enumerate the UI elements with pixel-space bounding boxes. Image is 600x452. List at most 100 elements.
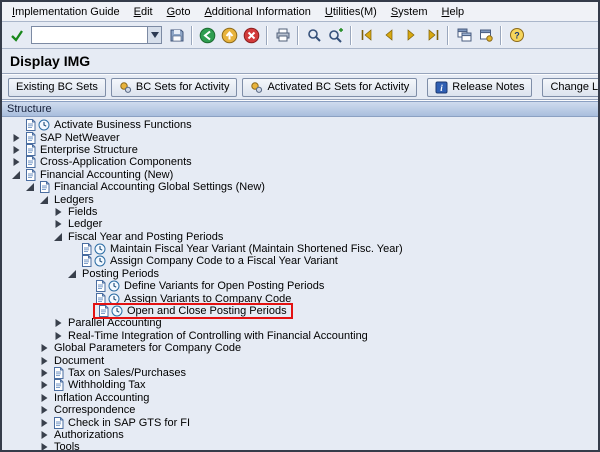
tree-item-real-time-integration-of-controlling-with-financial-accounting[interactable]: Real-Time Integration of Controlling wit… — [5, 330, 596, 342]
expand-arrow-icon[interactable] — [37, 368, 51, 378]
cancel-icon[interactable] — [241, 25, 262, 46]
first-page-icon[interactable] — [356, 25, 377, 46]
command-field[interactable] — [31, 26, 147, 44]
tree-item-label: Fiscal Year and Posting Periods — [65, 231, 223, 243]
tree-item-define-variants-for-open-posting-periods[interactable]: Define Variants for Open Posting Periods — [5, 280, 596, 292]
activity-icon[interactable] — [110, 305, 124, 317]
create-session-icon[interactable] — [453, 25, 474, 46]
find-next-icon[interactable] — [325, 25, 346, 46]
print-icon[interactable] — [272, 25, 293, 46]
expand-arrow-icon[interactable] — [37, 430, 51, 440]
collapse-arrow-icon[interactable] — [23, 182, 37, 192]
expand-arrow-icon[interactable] — [9, 133, 23, 143]
tree-item-document[interactable]: Document — [5, 354, 596, 366]
tree-item-withholding-tax[interactable]: Withholding Tax — [5, 379, 596, 391]
doc-icon[interactable] — [37, 181, 51, 193]
expand-arrow-icon[interactable] — [37, 393, 51, 403]
doc-icon[interactable] — [79, 255, 93, 267]
tree-item-maintain-fiscal-year-variant-maintain-shortened-fisc-year[interactable]: Maintain Fiscal Year Variant (Maintain S… — [5, 243, 596, 255]
menu-goto[interactable]: Goto — [160, 4, 198, 20]
expand-arrow-icon[interactable] — [37, 343, 51, 353]
expand-arrow-icon[interactable] — [51, 318, 65, 328]
tree-item-check-in-sap-gts-for-fi[interactable]: Check in SAP GTS for FI — [5, 416, 596, 428]
menu-implementation-guide[interactable]: Implementation Guide — [5, 4, 127, 20]
activity-icon[interactable] — [37, 119, 51, 131]
tree-item-label: Global Parameters for Company Code — [51, 342, 241, 354]
tree-item-cross-application-components[interactable]: Cross-Application Components — [5, 156, 596, 168]
tree-item-ledger[interactable]: Ledger — [5, 218, 596, 230]
collapse-arrow-icon[interactable] — [9, 170, 23, 180]
save-icon[interactable] — [166, 25, 187, 46]
back-icon[interactable] — [197, 25, 218, 46]
expand-arrow-icon[interactable] — [9, 157, 23, 167]
tree-item-fields[interactable]: Fields — [5, 206, 596, 218]
menu-edit[interactable]: Edit — [127, 4, 160, 20]
menu-utilities-m[interactable]: Utilities(M) — [318, 4, 384, 20]
activity-icon[interactable] — [93, 255, 107, 267]
tree-item-posting-periods[interactable]: Posting Periods — [5, 268, 596, 280]
doc-icon[interactable] — [23, 169, 37, 181]
tree-item-tax-on-sales-purchases[interactable]: Tax on Sales/Purchases — [5, 367, 596, 379]
dropdown-arrow-icon[interactable] — [147, 26, 162, 44]
expand-arrow-icon[interactable] — [37, 356, 51, 366]
tree-item-financial-accounting-global-settings-new[interactable]: Financial Accounting Global Settings (Ne… — [5, 181, 596, 193]
doc-icon[interactable] — [51, 379, 65, 391]
previous-page-icon[interactable] — [378, 25, 399, 46]
collapse-arrow-icon[interactable] — [51, 232, 65, 242]
existing-bc-sets-button[interactable]: Existing BC Sets — [8, 78, 106, 97]
doc-icon[interactable] — [51, 417, 65, 429]
tree-item-financial-accounting-new[interactable]: Financial Accounting (New) — [5, 169, 596, 181]
help-icon[interactable]: ? — [506, 25, 527, 46]
tree-item-ledgers[interactable]: Ledgers — [5, 193, 596, 205]
tree-item-global-parameters-for-company-code[interactable]: Global Parameters for Company Code — [5, 342, 596, 354]
activated-bc-sets-for-activity-button[interactable]: Activated BC Sets for Activity — [242, 78, 417, 97]
expand-arrow-icon[interactable] — [37, 405, 51, 415]
menu-system[interactable]: System — [384, 4, 435, 20]
collapse-arrow-icon[interactable] — [65, 269, 79, 279]
expand-arrow-icon[interactable] — [37, 442, 51, 450]
tree-item-label: Define Variants for Open Posting Periods — [121, 280, 324, 292]
menu-help[interactable]: Help — [435, 4, 472, 20]
tree-item-parallel-accounting[interactable]: Parallel Accounting — [5, 317, 596, 329]
activity-icon[interactable] — [93, 243, 107, 255]
exit-icon[interactable] — [219, 25, 240, 46]
tree-item-label: Open and Close Posting Periods — [124, 305, 287, 317]
expand-arrow-icon[interactable] — [51, 219, 65, 229]
doc-icon[interactable] — [51, 367, 65, 379]
expand-arrow-icon[interactable] — [37, 380, 51, 390]
expand-arrow-icon[interactable] — [9, 145, 23, 155]
expand-arrow-icon[interactable] — [51, 331, 65, 341]
tree-item-activate-business-functions[interactable]: Activate Business Functions — [5, 119, 596, 131]
doc-icon[interactable] — [23, 156, 37, 168]
info-icon: i — [435, 81, 448, 94]
tree-item-tools[interactable]: Tools — [5, 441, 596, 450]
release-notes-button[interactable]: iRelease Notes — [427, 78, 532, 97]
last-page-icon[interactable] — [422, 25, 443, 46]
doc-icon[interactable] — [23, 144, 37, 156]
enter-icon[interactable] — [6, 25, 27, 46]
doc-icon[interactable] — [23, 132, 37, 144]
next-page-icon[interactable] — [400, 25, 421, 46]
menu-additional-information[interactable]: Additional Information — [197, 4, 317, 20]
tree-item-fiscal-year-and-posting-periods[interactable]: Fiscal Year and Posting Periods — [5, 231, 596, 243]
doc-icon[interactable] — [79, 243, 93, 255]
tree-item-authorizations[interactable]: Authorizations — [5, 429, 596, 441]
bc-sets-for-activity-button[interactable]: BC Sets for Activity — [111, 78, 238, 97]
tree-item-enterprise-structure[interactable]: Enterprise Structure — [5, 144, 596, 156]
tree-item-open-and-close-posting-periods[interactable]: Open and Close Posting Periods — [5, 305, 596, 317]
tree-item-assign-company-code-to-a-fiscal-year-variant[interactable]: Assign Company Code to a Fiscal Year Var… — [5, 255, 596, 267]
tree-item-inflation-accounting[interactable]: Inflation Accounting — [5, 392, 596, 404]
toolbar-separator — [191, 26, 193, 45]
collapse-arrow-icon[interactable] — [37, 195, 51, 205]
find-icon[interactable] — [303, 25, 324, 46]
activity-icon[interactable] — [107, 280, 121, 292]
expand-arrow-icon[interactable] — [51, 207, 65, 217]
doc-icon[interactable] — [23, 119, 37, 131]
doc-icon[interactable] — [96, 305, 110, 317]
create-shortcut-icon[interactable] — [475, 25, 496, 46]
doc-icon[interactable] — [93, 280, 107, 292]
expand-arrow-icon[interactable] — [37, 418, 51, 428]
tree-item-correspondence[interactable]: Correspondence — [5, 404, 596, 416]
tree-item-sap-netweaver[interactable]: SAP NetWeaver — [5, 131, 596, 143]
change-log-button[interactable]: Change Log — [542, 78, 600, 97]
